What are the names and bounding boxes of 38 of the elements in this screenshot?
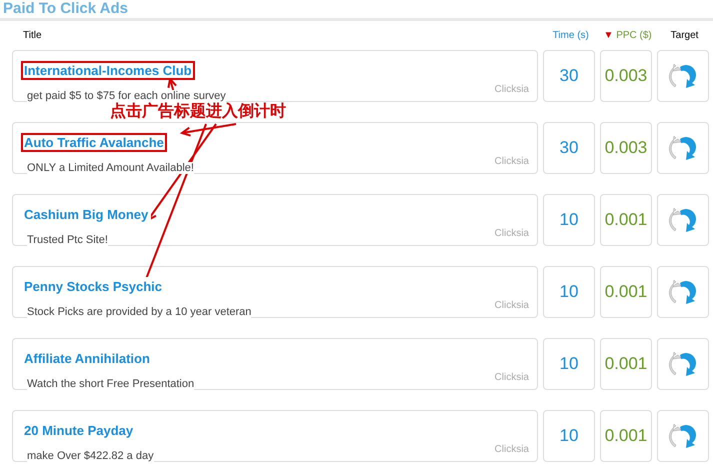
ad-description: ONLY a Limited Amount Available! xyxy=(27,162,194,174)
annotation-text: 点击广告标题进入倒计时 xyxy=(110,102,286,122)
refresh-arrow-icon[interactable] xyxy=(668,421,698,451)
sort-column-header[interactable]: ▼ PPC ($) xyxy=(599,28,656,43)
ad-source: Clicksia xyxy=(494,371,529,385)
time-cell: 10 xyxy=(543,194,595,246)
time-cell: 10 xyxy=(543,338,595,390)
column-header: Time (s) xyxy=(552,29,590,43)
ad-source: Clicksia xyxy=(494,155,529,169)
time-cell: 10 xyxy=(543,266,595,318)
refresh-arrow-icon[interactable] xyxy=(668,61,698,91)
ad-title-link[interactable]: International-Incomes Club xyxy=(21,61,195,80)
ppc-cell: 0.001 xyxy=(600,410,652,462)
ad-description: Stock Picks are provided by a 10 year veteran xyxy=(27,306,252,318)
time-cell: 30 xyxy=(543,122,595,174)
ad-description: get paid $5 to $75 for each online survey xyxy=(27,90,226,102)
ad-source: Clicksia xyxy=(494,299,529,313)
refresh-arrow-icon[interactable] xyxy=(668,277,698,307)
ppc-cell: 0.001 xyxy=(600,338,652,390)
ad-source: Clicksia xyxy=(494,227,529,241)
page-heading: Paid To Click Ads xyxy=(2,0,130,17)
column-header: Target xyxy=(670,29,700,43)
ppc-cell: 0.003 xyxy=(600,50,652,102)
refresh-arrow-icon[interactable] xyxy=(668,205,698,235)
time-cell: 30 xyxy=(543,50,595,102)
refresh-arrow-icon[interactable] xyxy=(668,349,698,379)
ad-description: Watch the short Free Presentation xyxy=(27,378,194,390)
time-cell: 10 xyxy=(543,410,595,462)
column-header: Title xyxy=(23,29,43,43)
ad-title-link[interactable]: Auto Traffic Avalanche xyxy=(21,133,167,152)
ppc-cell: 0.001 xyxy=(600,266,652,318)
ppc-cell: 0.001 xyxy=(600,194,652,246)
refresh-arrow-icon[interactable] xyxy=(668,133,698,163)
ad-description: Trusted Ptc Site! xyxy=(27,234,108,246)
ad-description: make Over $422.82 a day xyxy=(27,450,154,462)
ppc-cell: 0.003 xyxy=(600,122,652,174)
ad-source: Clicksia xyxy=(494,443,529,457)
ad-source: Clicksia xyxy=(494,83,529,97)
